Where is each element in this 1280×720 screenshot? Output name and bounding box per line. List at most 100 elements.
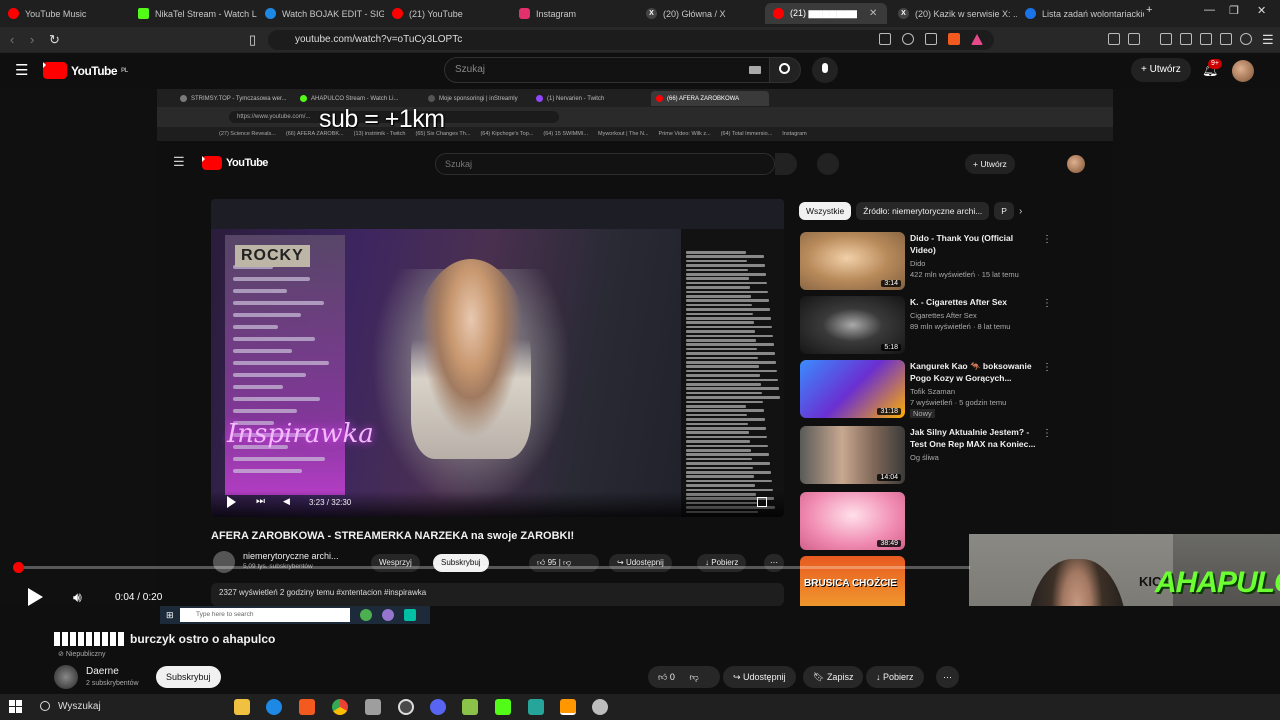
chat-line xyxy=(233,409,297,413)
inner-bookmark: (64) Kipchoge's Top... xyxy=(480,131,534,137)
file-explorer-icon[interactable] xyxy=(234,699,250,715)
bookmark-icon[interactable]: ▯ xyxy=(249,32,256,48)
kick-icon[interactable] xyxy=(495,699,511,715)
search-icon xyxy=(40,701,50,711)
taskbar-search[interactable]: Wyszukaj xyxy=(34,697,224,717)
article-line xyxy=(686,286,750,289)
youtube-logo[interactable]: YouTube PL xyxy=(43,62,128,79)
search-input[interactable]: Szukaj xyxy=(444,57,770,83)
edge-icon[interactable] xyxy=(266,699,282,715)
browser-tab[interactable]: (21) YouTube xyxy=(384,3,511,24)
more-actions-icon[interactable]: ⋯ xyxy=(936,666,959,688)
forward-icon[interactable]: › xyxy=(30,32,34,47)
dislike-icon[interactable]: 👎︎ xyxy=(689,672,698,682)
chat-line xyxy=(233,373,306,377)
wallet-icon[interactable] xyxy=(1200,33,1212,45)
reading-icon[interactable] xyxy=(1180,33,1192,45)
search-button[interactable] xyxy=(769,57,801,83)
share-button[interactable]: ↪ Udostępnij xyxy=(723,666,796,688)
article-line xyxy=(686,317,771,320)
cast-icon[interactable] xyxy=(879,33,891,45)
brave-icon[interactable] xyxy=(299,699,315,715)
channel-name[interactable]: Daerne xyxy=(86,666,119,677)
like-dislike-group[interactable]: 👍︎ 0 👎︎ xyxy=(648,666,720,688)
thumbnail: 38:49 xyxy=(800,492,905,550)
inner-player-time: 3:23 / 32:30 xyxy=(309,498,352,507)
vpn-icon[interactable] xyxy=(1240,33,1252,45)
extensions-icon[interactable] xyxy=(1108,33,1120,45)
volume-icon[interactable]: 🔊︎ xyxy=(73,589,82,606)
video-title: burczyk ostro o ahapulco xyxy=(54,632,275,646)
progress-scrubber[interactable] xyxy=(12,562,24,573)
save-button[interactable]: 🔖︎ Zapisz xyxy=(803,666,864,688)
sidebar-icon[interactable] xyxy=(1128,33,1140,45)
chat-line xyxy=(233,469,302,473)
new-tab-icon[interactable]: + xyxy=(1146,4,1152,16)
channel-subs: 2 subskrybentów xyxy=(86,680,139,687)
streamer xyxy=(411,259,531,459)
app-icon[interactable] xyxy=(592,699,608,715)
minimize-icon[interactable]: — xyxy=(1204,4,1215,16)
chip: P xyxy=(994,202,1014,220)
inner-bookmark: Prime Video: Wilk z... xyxy=(658,131,711,137)
browser-tab[interactable]: NikaTel Stream - Watch Li... xyxy=(130,3,257,24)
leo-icon[interactable] xyxy=(1220,33,1232,45)
progress-bar[interactable] xyxy=(12,562,970,573)
channel-avatar[interactable] xyxy=(54,665,78,689)
account-avatar[interactable] xyxy=(1232,60,1254,82)
browser-tab[interactable]: Lista zadań wolontariackic... xyxy=(1017,3,1144,24)
hamburger-icon[interactable]: ☰ xyxy=(15,61,28,79)
brave-rewards-icon[interactable] xyxy=(971,34,983,45)
play-icon[interactable] xyxy=(28,588,43,606)
reload-icon[interactable]: ↻ xyxy=(49,32,60,48)
browser-tab[interactable]: X (20) Kazik w serwisie X: ... xyxy=(890,3,1017,24)
vlc-icon[interactable] xyxy=(560,699,576,715)
article-line xyxy=(686,330,755,333)
article-line xyxy=(686,343,774,346)
thumbnail: 14:04 xyxy=(800,426,905,484)
article-line xyxy=(686,479,772,483)
close-tab-icon[interactable]: ✕ xyxy=(869,8,877,19)
browser-tab-active[interactable]: (21) ▆▆▆▆▆▆▆ ✕ xyxy=(765,3,887,24)
browser-tab[interactable]: Instagram xyxy=(511,3,638,24)
chat-line xyxy=(233,301,324,305)
keyboard-icon[interactable] xyxy=(749,66,761,74)
voice-search-button[interactable] xyxy=(812,57,838,83)
discord-icon[interactable] xyxy=(430,699,446,715)
share-icon[interactable] xyxy=(925,33,937,45)
browser-tab[interactable]: X (20) Główna / X xyxy=(638,3,765,24)
stream-overlay-text: sub = +1km xyxy=(319,105,445,133)
inner-tab: AHAPULCO Stream - Watch Li... xyxy=(295,91,420,106)
maximize-icon[interactable]: ❐ xyxy=(1229,4,1239,17)
windows-start-icon[interactable] xyxy=(9,700,22,713)
video-player[interactable]: STRIMSY.TOP - Tymczasowa wer... AHAPULCO… xyxy=(0,89,1280,606)
app-icon[interactable] xyxy=(365,699,381,715)
download-button[interactable]: ↓ Pobierz xyxy=(866,666,924,688)
app-icon[interactable] xyxy=(462,699,478,715)
close-window-icon[interactable]: ✕ xyxy=(1257,4,1266,17)
back-icon[interactable]: ‹ xyxy=(10,32,14,47)
inner-address-bar: https://www.youtube.com/... xyxy=(157,107,1113,127)
like-icon[interactable]: 👍︎ xyxy=(658,672,667,682)
inner-channel-name: niemerytoryczne archi... xyxy=(243,551,339,561)
browser-tab[interactable]: Watch BOJAK EDIT - SIGMA... xyxy=(257,3,384,24)
inner-bookmark: Instagram xyxy=(782,131,807,137)
inner-download-button: ↓ Pobierz xyxy=(697,554,747,572)
inner-bookmark: (64) 15 SWIMMI... xyxy=(543,131,588,137)
article-line xyxy=(686,303,752,307)
article-line xyxy=(686,255,764,258)
chat-line xyxy=(233,277,310,281)
create-button[interactable]: + Utwórz xyxy=(1131,58,1191,82)
inner-player-controls: ⏭ ◀︎ 3:23 / 32:30 xyxy=(211,491,784,517)
zoom-icon[interactable] xyxy=(902,33,914,45)
app-icon[interactable] xyxy=(528,699,544,715)
obs-icon[interactable] xyxy=(398,699,414,715)
media-icon[interactable] xyxy=(1160,33,1172,45)
menu-icon[interactable]: ☰ xyxy=(1262,32,1274,48)
brave-shield-icon[interactable] xyxy=(948,33,960,45)
next-icon: ⏭ xyxy=(256,496,265,507)
browser-tab[interactable]: YouTube Music xyxy=(0,3,130,24)
subscribe-button[interactable]: Subskrybuj xyxy=(156,666,221,688)
fullscreen-icon xyxy=(757,497,767,507)
chrome-icon[interactable] xyxy=(332,699,348,715)
